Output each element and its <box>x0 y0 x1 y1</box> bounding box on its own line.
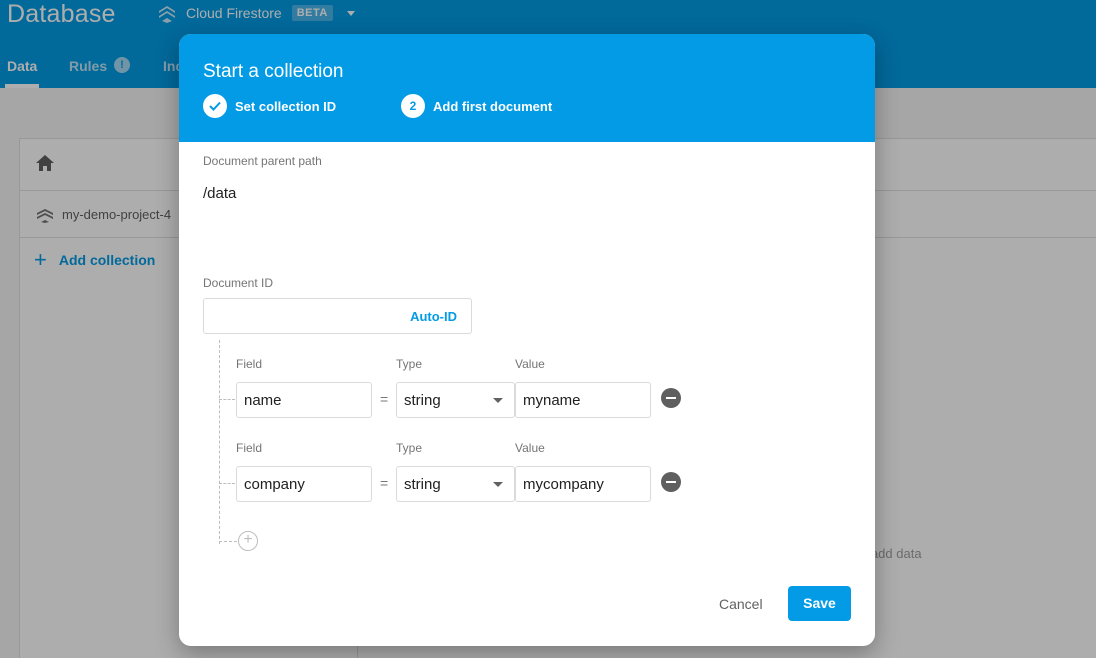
type-label: Type <box>396 441 423 455</box>
parent-path-label: Document parent path <box>203 154 322 168</box>
cancel-button[interactable]: Cancel <box>708 586 774 622</box>
auto-id-button[interactable]: Auto-ID <box>410 309 457 324</box>
step-label: Add first document <box>433 98 553 114</box>
chevron-down-icon <box>493 398 503 403</box>
step-number: 2 <box>401 94 425 118</box>
field-label: Field <box>236 441 263 455</box>
value-input[interactable]: mycompany <box>515 466 651 502</box>
chevron-down-icon <box>493 482 503 487</box>
step-set-collection-id: Set collection ID <box>203 94 336 118</box>
tree-connector <box>219 483 235 484</box>
tree-connector <box>219 340 220 544</box>
field-name-input[interactable]: company <box>236 466 372 502</box>
field-name-input[interactable]: name <box>236 382 372 418</box>
type-select-value: string <box>404 476 441 493</box>
remove-field-icon[interactable] <box>661 472 681 492</box>
dialog-title: Start a collection <box>203 61 344 82</box>
parent-path-value: /data <box>203 185 237 202</box>
value-label: Value <box>515 357 545 371</box>
equals-sign: = <box>380 475 389 491</box>
document-id-label: Document ID <box>203 276 274 290</box>
type-select[interactable]: string <box>396 382 515 418</box>
type-select[interactable]: string <box>396 466 515 502</box>
equals-sign: = <box>380 391 389 407</box>
value-label: Value <box>515 441 545 455</box>
tree-connector <box>219 541 237 542</box>
check-icon <box>203 94 227 118</box>
tree-connector <box>219 399 235 400</box>
type-select-value: string <box>404 392 441 409</box>
field-label: Field <box>236 357 263 371</box>
step-label: Set collection ID <box>235 98 337 114</box>
save-button[interactable]: Save <box>788 586 851 621</box>
start-collection-dialog: Start a collection Set collection ID 2 A… <box>179 34 875 646</box>
type-label: Type <box>396 357 423 371</box>
step-add-first-document: 2 Add first document <box>401 94 552 118</box>
value-input[interactable]: myname <box>515 382 651 418</box>
document-id-input[interactable]: Auto-ID <box>203 298 472 334</box>
add-field-icon[interactable]: + <box>238 531 258 551</box>
remove-field-icon[interactable] <box>661 388 681 408</box>
dialog-header: Start a collection Set collection ID 2 A… <box>179 34 875 142</box>
